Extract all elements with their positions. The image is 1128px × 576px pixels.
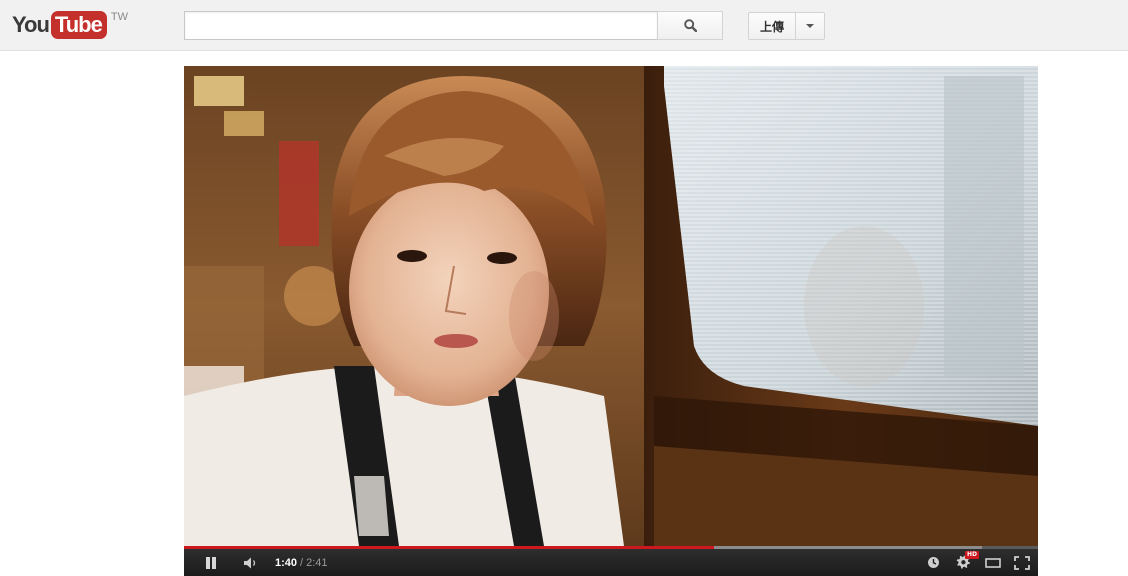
logo-tube-text: Tube [50,11,107,39]
upload-button[interactable]: 上傳 [748,12,797,40]
control-bar: 1:40 / 2:41 HD [184,549,1038,576]
watch-later-button[interactable] [922,549,944,576]
logo-you-text: You [12,12,50,37]
hd-badge: HD [965,551,980,559]
volume-icon [244,557,256,568]
fullscreen-button[interactable] [1010,549,1034,576]
upload-group: 上傳 [748,12,826,40]
fullscreen-icon [1014,555,1030,570]
video-player[interactable]: 1:40 / 2:41 HD [184,66,1038,576]
masthead: You Tube TW 上傳 [0,0,1128,51]
time-duration: 2:41 [306,556,328,569]
pause-icon [206,556,216,569]
youtube-logo[interactable]: You Tube TW [12,11,128,39]
logo-region-label: TW [110,11,128,23]
video-frame[interactable] [184,66,1038,546]
theater-mode-button[interactable] [981,549,1005,576]
volume-button[interactable] [238,549,264,576]
video-scene-image [184,66,1038,546]
theater-mode-icon [985,557,1001,568]
caret-down-icon [806,24,815,28]
search-button[interactable] [657,11,723,40]
time-current: 1:40 [275,556,298,569]
pause-button[interactable] [198,549,224,576]
time-separator: / [300,556,304,569]
upload-menu-button[interactable] [796,12,826,40]
search-icon [683,19,697,32]
time-display: 1:40 / 2:41 [275,549,328,576]
clock-icon [927,557,939,568]
search-input[interactable] [184,11,658,40]
